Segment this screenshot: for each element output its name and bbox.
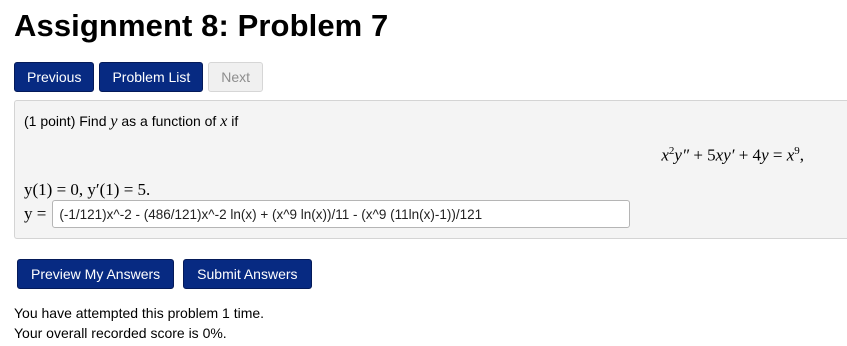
answer-row: y = bbox=[24, 200, 631, 228]
problem-points: (1 point) Find bbox=[24, 113, 107, 129]
preview-answers-button[interactable]: Preview My Answers bbox=[17, 259, 175, 289]
attempt-status: You have attempted this problem 1 time. … bbox=[14, 303, 264, 343]
next-button: Next bbox=[208, 62, 264, 92]
attempts-text: You have attempted this problem 1 time. bbox=[14, 305, 265, 321]
submit-answers-button[interactable]: Submit Answers bbox=[183, 259, 312, 289]
problem-statement: (1 point) Find y as a function of x if x… bbox=[14, 100, 847, 239]
eq-xy-prime: xy′ bbox=[715, 145, 735, 165]
eq-comma: , bbox=[799, 145, 804, 165]
eq-y: y bbox=[761, 145, 769, 165]
problem-page: Assignment 8: Problem 7 Previous Problem… bbox=[0, 0, 847, 346]
var-y: y bbox=[110, 113, 118, 130]
problem-navigation: Previous Problem List Next bbox=[14, 62, 264, 92]
score-text: Your overall recorded score is 0%. bbox=[14, 325, 227, 341]
answer-input[interactable] bbox=[52, 200, 631, 228]
as-function-of-text: as a function of bbox=[121, 113, 217, 129]
var-x: x bbox=[220, 113, 228, 130]
initial-conditions: y(1) = 0, y′(1) = 5. bbox=[24, 180, 151, 199]
answer-actions: Preview My Answers Submit Answers bbox=[17, 259, 312, 289]
page-title: Assignment 8: Problem 7 bbox=[14, 8, 389, 43]
differential-equation: x2y″ + 5xy′ + 4y = x9, bbox=[661, 145, 804, 166]
eq-x: x bbox=[661, 145, 669, 165]
problem-list-button[interactable]: Problem List bbox=[99, 62, 204, 92]
eq-equals: = bbox=[768, 145, 787, 165]
eq-y-double-prime: y″ bbox=[674, 145, 690, 165]
answer-label: y = bbox=[24, 204, 47, 223]
eq-plus-4: + 4 bbox=[734, 145, 762, 165]
eq-plus-5: + 5 bbox=[689, 145, 716, 165]
if-text: if bbox=[231, 113, 239, 129]
previous-button[interactable]: Previous bbox=[14, 62, 95, 92]
problem-intro: (1 point) Find y as a function of x if bbox=[24, 113, 238, 130]
